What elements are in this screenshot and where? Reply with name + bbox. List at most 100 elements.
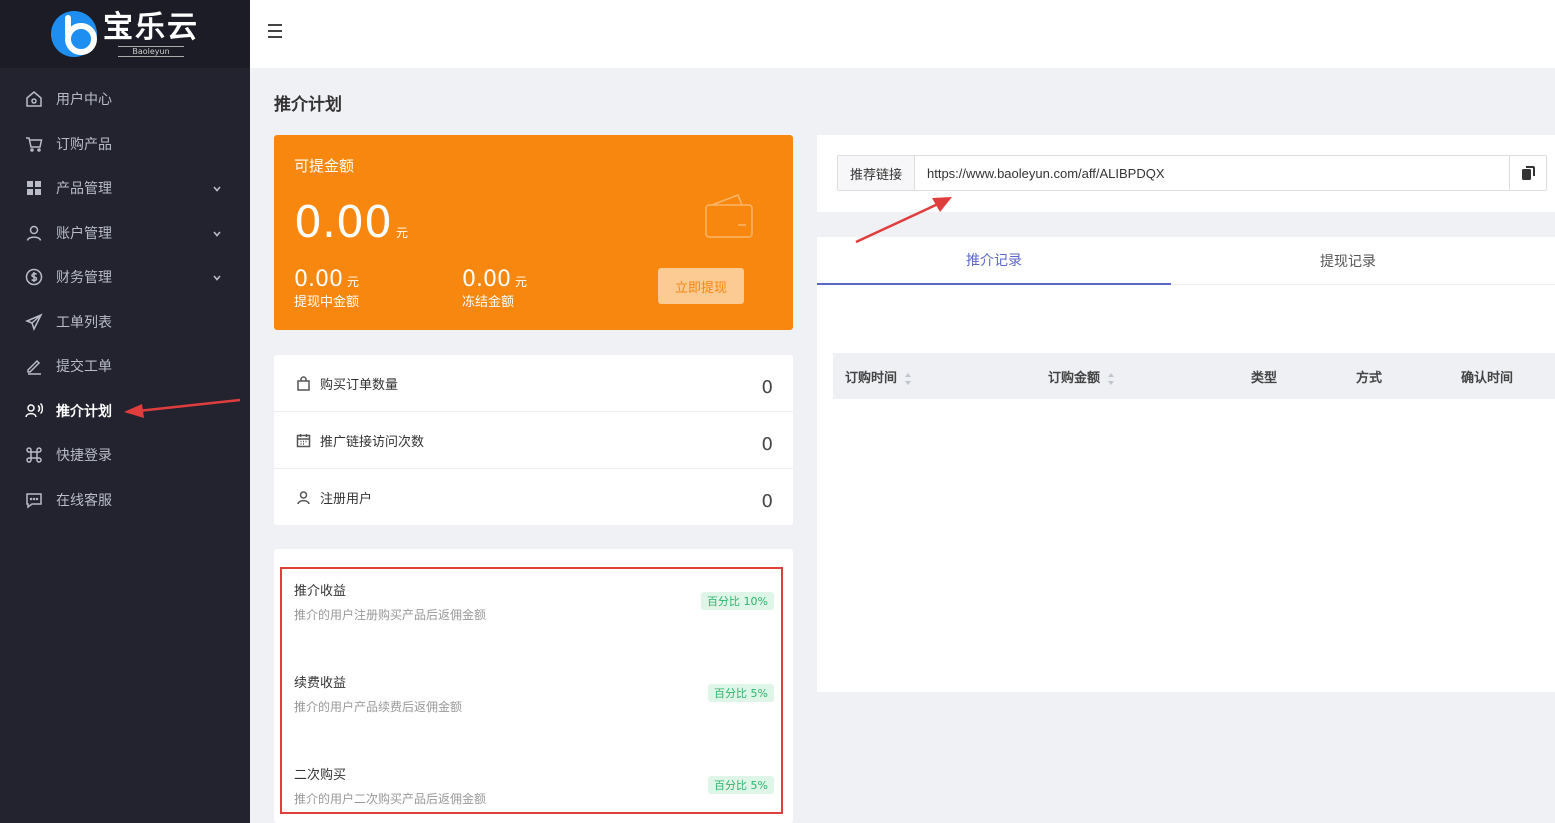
pending-withdrawal: 0.00 元 提现中金额 [294,267,359,310]
calendar-icon [296,433,311,448]
referral-link-input[interactable] [915,156,1509,190]
referral-link-group: 推荐链接 [837,155,1547,191]
sidebar-item-user-center[interactable]: 用户中心 [0,77,250,121]
stat-value: 0 [761,491,773,512]
sidebar-item-online-support[interactable]: 在线客服 [0,478,250,522]
wallet-icon [704,193,754,241]
grid-icon [25,179,43,197]
column-method: 方式 [1356,371,1383,386]
brand-name: 宝乐云 [103,9,199,45]
column-type: 类型 [1251,371,1278,386]
sidebar-item-referral[interactable]: 推介计划 [0,389,250,433]
pen-icon [25,357,43,375]
logo[interactable]: 宝乐云 Baoleyun [0,0,250,68]
sort-icon [905,372,912,385]
page-title: 推介计划 [274,95,342,115]
available-balance-value: 0.00 [294,197,392,248]
copy-button[interactable] [1509,156,1546,190]
stats-list: 购买订单数量 0 推广链接访问次数 0 注册用户 0 [274,355,793,525]
sidebar-item-label: 用户中心 [56,92,112,108]
commission-renewal: 续费收益 推介的用户产品续费后返佣金额 百分比 5% [294,675,774,715]
referral-icon [25,402,43,420]
send-icon [25,313,43,331]
sidebar-item-label: 财务管理 [56,270,112,286]
bag-icon [296,376,311,391]
status-badge: 百分比 5% [708,776,774,794]
frozen-amount: 0.00 元 冻结金额 [462,267,527,310]
sidebar-item-finance-management[interactable]: 财务管理 [0,255,250,299]
chevron-down-icon [212,227,222,237]
user-icon [25,224,43,242]
dollar-icon [25,268,43,286]
annotation-highlight-box: 推介收益 推介的用户注册购买产品后返佣金额 百分比 10% 续费收益 推介的用户… [280,567,783,814]
sort-icon [1108,372,1115,385]
frozen-amount-label: 冻结金额 [462,295,515,310]
tab-referral-records[interactable]: 推介记录 [817,237,1171,285]
commission-repurchase: 二次购买 推介的用户二次购买产品后返佣金额 百分比 5% [294,767,774,807]
stat-value: 0 [761,377,773,398]
sidebar-item-product-management[interactable]: 产品管理 [0,166,250,210]
commission-title: 续费收益 [294,676,347,691]
list-item: 注册用户 0 [274,469,793,526]
sidebar-item-label: 账户管理 [56,226,112,242]
available-balance-label: 可提金额 [294,157,355,175]
sidebar: 宝乐云 Baoleyun 用户中心 订购产品 产品管理 账户管理 财务管理 工单… [0,0,250,823]
commission-title: 二次购买 [294,768,347,783]
cart-icon [25,135,43,153]
currency-unit: 元 [395,226,408,240]
chevron-down-icon [212,182,222,192]
column-label: 订购金额 [1048,371,1101,386]
stat-value: 0 [761,434,773,455]
chat-icon [25,491,43,509]
commission-desc: 推介的用户产品续费后返佣金额 [294,700,463,714]
sidebar-item-label: 在线客服 [56,493,112,509]
currency-unit: 元 [514,275,527,289]
commission-referral: 推介收益 推介的用户注册购买产品后返佣金额 百分比 10% [294,583,774,623]
list-item: 购买订单数量 0 [274,355,793,412]
stat-label: 推广链接访问次数 [320,435,425,450]
pending-withdrawal-value: 0.00 [294,267,343,292]
column-confirm-time: 确认时间 [1461,371,1514,386]
list-item: 推广链接访问次数 0 [274,412,793,469]
user-icon [296,490,311,505]
referral-link-card: 推荐链接 [817,135,1555,212]
commission-card: 推介收益 推介的用户注册购买产品后返佣金额 百分比 10% 续费收益 推介的用户… [274,549,793,823]
sidebar-item-label: 订购产品 [56,137,112,153]
records-tabs: 推介记录 提现记录 [817,237,1555,285]
currency-unit: 元 [346,275,359,289]
records-card: 推介记录 提现记录 订购时间 订购金额 类型 方式 确认时间 [817,237,1555,692]
home-icon [25,90,43,108]
top-bar [250,0,1555,68]
stat-label: 注册用户 [320,492,373,507]
menu-toggle-icon[interactable] [268,24,284,40]
tab-withdraw-records[interactable]: 提现记录 [1171,237,1525,285]
sidebar-item-ticket-list[interactable]: 工单列表 [0,300,250,344]
brand-subtitle: Baoleyun [118,45,184,57]
referral-link-label: 推荐链接 [838,156,915,190]
commission-desc: 推介的用户二次购买产品后返佣金额 [294,792,487,806]
withdraw-button[interactable]: 立即提现 [658,268,744,304]
column-order-amount[interactable]: 订购金额 [1048,367,1115,386]
logo-icon [51,11,97,57]
stat-label: 购买订单数量 [320,378,399,393]
sidebar-item-quick-login[interactable]: 快捷登录 [0,433,250,477]
copy-icon [1521,166,1535,180]
sidebar-item-label: 快捷登录 [56,448,112,464]
table-header: 订购时间 订购金额 类型 方式 确认时间 [833,353,1555,399]
sidebar-item-order-products[interactable]: 订购产品 [0,122,250,166]
column-label: 订购时间 [845,371,898,386]
sidebar-item-submit-ticket[interactable]: 提交工单 [0,344,250,388]
column-order-time[interactable]: 订购时间 [845,367,912,386]
sidebar-item-account-management[interactable]: 账户管理 [0,211,250,255]
available-balance: 0.00 元 [294,197,408,259]
pending-withdrawal-label: 提现中金额 [294,295,360,310]
frozen-amount-value: 0.00 [462,267,511,292]
sidebar-item-label: 提交工单 [56,359,112,375]
command-icon [25,446,43,464]
sidebar-item-label: 工单列表 [56,315,112,331]
sidebar-item-label: 产品管理 [56,181,112,197]
chevron-down-icon [212,271,222,281]
status-badge: 百分比 10% [701,592,774,610]
sidebar-item-label: 推介计划 [56,404,112,420]
status-badge: 百分比 5% [708,684,774,702]
